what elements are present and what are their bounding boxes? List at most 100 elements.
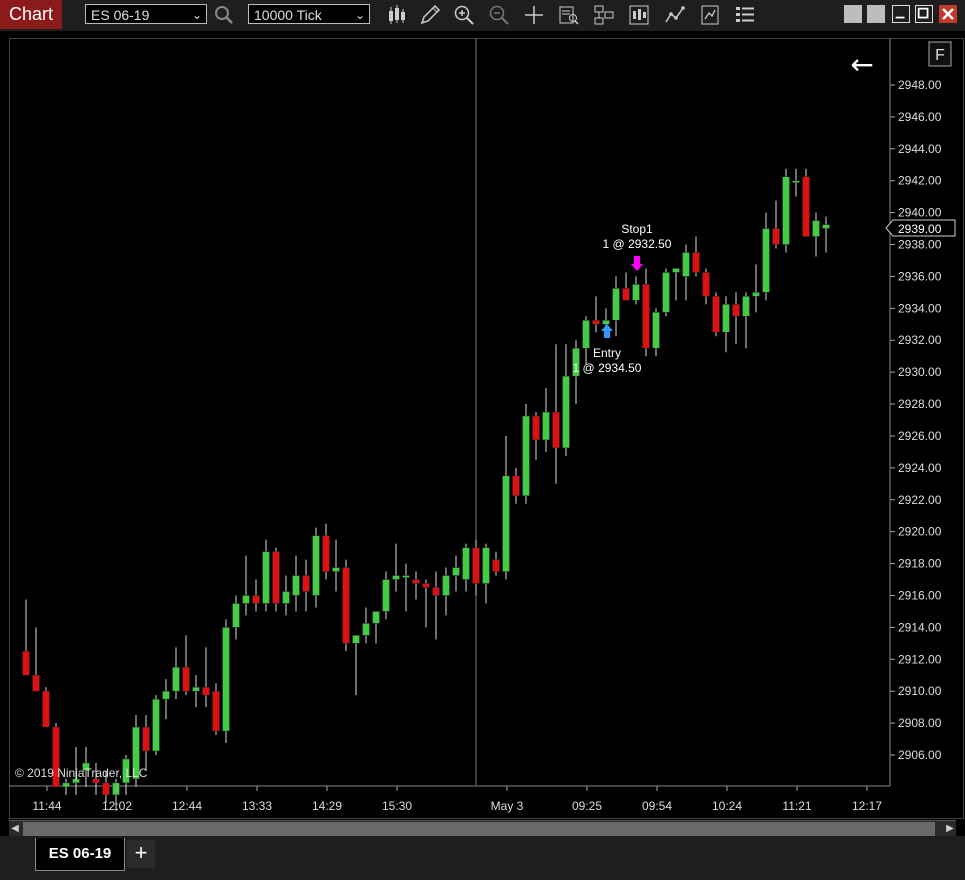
candlestick — [322, 523, 330, 580]
candlestick — [562, 344, 570, 456]
scroll-right-icon[interactable]: ▶ — [944, 821, 956, 837]
x-tick-label: 13:33 — [242, 799, 272, 813]
back-arrow-icon[interactable]: ← — [850, 48, 873, 81]
scroll-left-icon[interactable]: ◀ — [9, 821, 21, 837]
candle-body-up — [392, 575, 400, 580]
candle-body-up — [682, 252, 690, 277]
candlestick — [372, 611, 380, 644]
stop-detail: 1 @ 2932.50 — [603, 237, 672, 251]
tab-es-06-19[interactable]: ES 06-19 — [35, 838, 125, 871]
y-tick-label: 2938.00 — [898, 238, 942, 252]
y-tick-label: 2922.00 — [898, 493, 942, 507]
candlestick — [552, 344, 560, 484]
candlestick — [622, 272, 630, 301]
candle-body-up — [752, 292, 760, 297]
x-tick-label: 09:25 — [572, 799, 602, 813]
candle-body-down — [102, 782, 110, 796]
candle-body-up — [502, 475, 510, 572]
candle-body-up — [722, 304, 730, 333]
candle-body-up — [582, 320, 590, 349]
scroll-thumb[interactable] — [23, 822, 935, 836]
candlestick — [332, 539, 340, 592]
candle-body-up — [232, 603, 240, 628]
entry-execution-marker[interactable] — [601, 324, 613, 338]
y-tick-label: 2944.00 — [898, 142, 942, 156]
candle-body-up — [162, 690, 170, 700]
horizontal-scrollbar[interactable]: ◀ ▶ — [9, 820, 956, 837]
candlestick — [542, 388, 550, 452]
candlestick — [172, 647, 180, 700]
candlestick — [642, 268, 650, 357]
y-tick-label: 2930.00 — [898, 365, 942, 379]
x-tick-label: 11:21 — [782, 799, 811, 813]
candlestick — [712, 292, 720, 337]
candlestick — [412, 571, 420, 600]
candle-body-down — [692, 252, 700, 273]
y-tick-label: 2926.00 — [898, 429, 942, 443]
add-tab-icon[interactable]: + — [127, 840, 155, 868]
candlestick — [302, 559, 310, 612]
candlestick — [152, 695, 160, 755]
candlestick — [732, 292, 740, 345]
stop-label: Stop1 — [621, 222, 653, 236]
candlestick — [182, 635, 190, 696]
candle-body-down — [412, 579, 420, 584]
candle-body-down — [252, 595, 260, 604]
candlestick — [312, 527, 320, 608]
entry-detail: 1 @ 2934.50 — [573, 361, 642, 375]
candlestick — [222, 619, 230, 744]
candle-body-down — [212, 690, 220, 732]
candlestick — [432, 571, 440, 640]
candle-body-up — [662, 272, 670, 313]
candlestick — [762, 212, 770, 301]
candle-body-down — [622, 288, 630, 301]
candlestick — [452, 555, 460, 592]
candle-body-down — [422, 583, 430, 588]
x-tick-label: May 3 — [491, 799, 524, 813]
stop-execution-marker[interactable] — [631, 256, 643, 271]
candlestick — [472, 539, 480, 596]
x-tick-label: 12:17 — [852, 799, 882, 813]
y-tick-label: 2932.00 — [898, 333, 942, 347]
candle-body-up — [822, 224, 830, 229]
candlestick — [612, 276, 620, 337]
candle-body-down — [532, 415, 540, 441]
candle-body-down — [732, 304, 740, 317]
candle-body-down — [432, 587, 440, 596]
candlestick — [682, 244, 690, 301]
candle-body-down — [142, 726, 150, 752]
y-tick-label: 2940.00 — [898, 206, 942, 220]
candle-body-down — [492, 559, 500, 572]
y-tick-label: 2946.00 — [898, 110, 942, 124]
candlestick — [422, 579, 430, 628]
candlestick — [772, 200, 780, 249]
x-tick-label: 15:30 — [382, 799, 412, 813]
x-tick-label: 14:29 — [312, 799, 342, 813]
candlestick — [702, 268, 710, 305]
candle-body-up — [282, 591, 290, 604]
candlestick — [252, 579, 260, 612]
candlestick — [482, 543, 490, 604]
candle-body-up — [372, 611, 380, 624]
candle-body-up — [782, 176, 790, 245]
candle-body-down — [642, 284, 650, 349]
y-tick-label: 2914.00 — [898, 620, 942, 634]
price-chart[interactable]: 2948.00 2946.00 2944.00 2942.00 2940.00 2938.… — [0, 0, 965, 880]
candle-body-up — [542, 411, 550, 441]
candlestick — [402, 563, 410, 612]
candle-body-down — [592, 320, 600, 325]
y-tick-label: 2912.00 — [898, 652, 942, 666]
candlestick — [652, 308, 660, 357]
candlestick — [202, 647, 210, 708]
candlestick — [462, 543, 470, 592]
y-tick-label: 2934.00 — [898, 301, 942, 315]
candlestick — [822, 216, 830, 253]
y-tick-label: 2920.00 — [898, 525, 942, 539]
candle-body-up — [562, 375, 570, 449]
candle-body-up — [332, 567, 340, 572]
candlestick — [812, 212, 820, 257]
candlestick — [392, 543, 400, 592]
candlestick — [352, 635, 360, 696]
candlestick — [162, 679, 170, 720]
candlestick — [142, 715, 150, 771]
